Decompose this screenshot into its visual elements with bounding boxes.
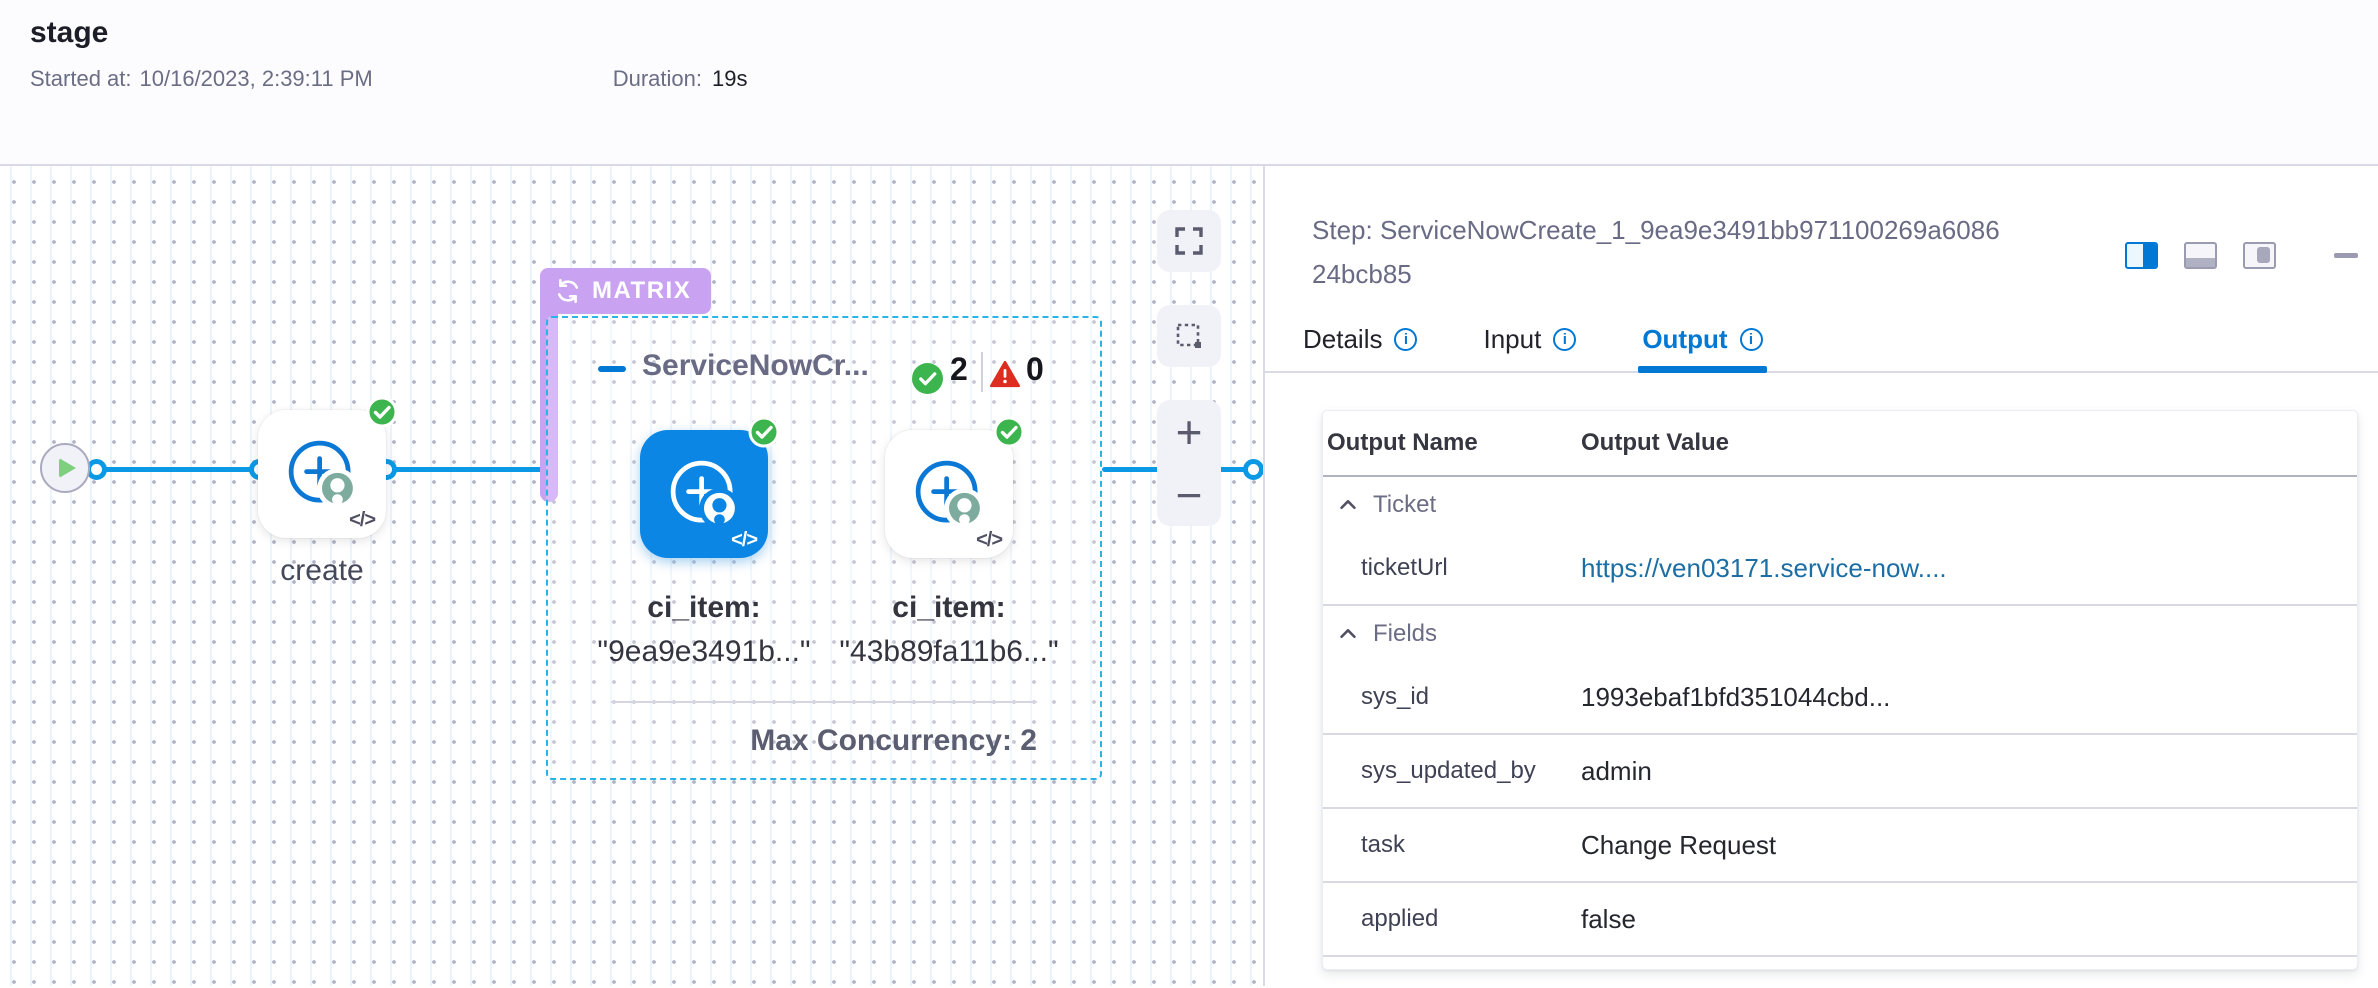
- info-icon[interactable]: [1394, 328, 1417, 351]
- output-table-header: Output Name Output Value: [1323, 411, 2357, 477]
- max-concurrency-label: Max Concurrency: 2: [637, 724, 1037, 758]
- step-details-panel: Step: ServiceNowCreate_1_9ea9e3491bb9711…: [1263, 166, 2378, 986]
- matrix-node-1[interactable]: </>: [885, 430, 1013, 558]
- fullscreen-button[interactable]: [1157, 210, 1221, 272]
- column-output-name: Output Name: [1323, 429, 1581, 457]
- servicenow-create-icon: [666, 456, 742, 532]
- output-tab-content: Output Name Output Value Ticket ticketUrl…: [1265, 373, 2378, 970]
- column-output-value: Output Value: [1581, 429, 2357, 457]
- chevron-up-icon[interactable]: [1337, 494, 1359, 516]
- success-check-icon: [993, 416, 1025, 448]
- layout-right-panel-icon[interactable]: [2125, 242, 2158, 269]
- failure-warning-icon: [990, 360, 1020, 388]
- count-divider: [981, 352, 983, 392]
- matrix-node-0-label: ci_item: "9ea9e3491b...": [594, 586, 814, 674]
- zoom-out-button[interactable]: [1176, 466, 1203, 524]
- stage-header: stage Started at: 10/16/2023, 2:39:11 PM…: [0, 0, 2378, 166]
- step-title-name: ServiceNowCreate_1_9ea9e3491bb971100269a…: [1312, 215, 2000, 289]
- matrix-failed-count: 0: [1026, 351, 1044, 388]
- info-icon[interactable]: [1553, 328, 1576, 351]
- group-label: Fields: [1373, 620, 1437, 648]
- matrix-collapse-button[interactable]: [598, 366, 626, 372]
- create-step-node[interactable]: </>: [258, 410, 386, 538]
- output-row-applied: appliedfalse: [1323, 883, 2357, 957]
- output-name: sys_updated_by: [1323, 757, 1581, 785]
- output-row-sys_id: sys_id1993ebaf1bfd351044cbd...: [1323, 661, 2357, 735]
- output-value: Change Request: [1581, 830, 2357, 861]
- servicenow-create-icon: [911, 456, 987, 532]
- output-name: ticketUrl: [1323, 554, 1581, 582]
- template-code-icon: </>: [976, 529, 1002, 552]
- step-detail-tabs: Details Input Output: [1265, 318, 2378, 373]
- step-title-prefix: Step:: [1312, 215, 1373, 245]
- duration-value: 19s: [712, 66, 747, 92]
- output-name: task: [1323, 831, 1581, 859]
- output-row-task: taskChange Request: [1323, 809, 2357, 883]
- pipeline-canvas[interactable]: </> create MATRIX ServiceNowCr... 2: [0, 166, 1263, 986]
- matrix-badge-label: MATRIX: [592, 277, 691, 305]
- layout-bottom-panel-icon[interactable]: [2184, 242, 2217, 269]
- create-step-label: create: [258, 554, 386, 588]
- matrix-node-0[interactable]: </>: [640, 430, 768, 558]
- matrix-success-count: 2: [950, 351, 968, 388]
- info-icon[interactable]: [1740, 328, 1763, 351]
- step-title: Step: ServiceNowCreate_1_9ea9e3491bb9711…: [1312, 208, 2012, 296]
- layout-floating-panel-icon[interactable]: [2243, 242, 2276, 269]
- tab-input[interactable]: Input: [1479, 318, 1580, 371]
- output-name: applied: [1323, 905, 1581, 933]
- multi-select-button[interactable]: [1157, 305, 1221, 367]
- output-value: 1993ebaf1bfd351044cbd...: [1581, 682, 2357, 713]
- chevron-up-icon[interactable]: [1337, 623, 1359, 645]
- output-value-link[interactable]: https://ven03171.service-now....: [1581, 553, 2357, 584]
- zoom-control: [1157, 400, 1221, 526]
- panel-layout-controls: [2125, 240, 2358, 270]
- template-code-icon: </>: [349, 509, 375, 532]
- matrix-node-1-label: ci_item: "43b89fa11b6...": [839, 586, 1059, 674]
- group-label: Ticket: [1373, 491, 1436, 519]
- servicenow-create-icon: [284, 436, 360, 512]
- zoom-in-button[interactable]: [1176, 403, 1203, 461]
- output-name: sys_id: [1323, 683, 1581, 711]
- minimize-panel-button[interactable]: [2334, 253, 2358, 258]
- started-at-label: Started at:: [30, 66, 132, 92]
- matrix-footer-divider: [611, 701, 1037, 703]
- template-code-icon: </>: [731, 529, 757, 552]
- output-value: admin: [1581, 756, 2357, 787]
- output-group-fields[interactable]: Fields: [1323, 606, 2357, 661]
- stage-start-node[interactable]: [40, 443, 90, 493]
- tab-output[interactable]: Output: [1638, 318, 1766, 371]
- play-icon: [59, 458, 76, 478]
- output-table-body: Ticket ticketUrlhttps://ven03171.service-…: [1323, 477, 2357, 957]
- port-stage-end[interactable]: [1243, 459, 1263, 480]
- output-row-ticketUrl: ticketUrlhttps://ven03171.service-now...…: [1323, 532, 2357, 606]
- output-table: Output Name Output Value Ticket ticketUrl…: [1322, 410, 2358, 970]
- stage-meta: Started at: 10/16/2023, 2:39:11 PM Durat…: [30, 66, 748, 92]
- output-value: false: [1581, 904, 2357, 935]
- stage-title: stage: [30, 16, 108, 50]
- tab-details[interactable]: Details: [1299, 318, 1421, 371]
- matrix-badge[interactable]: MATRIX: [540, 268, 711, 314]
- output-group-ticket[interactable]: Ticket: [1323, 477, 2357, 532]
- success-check-icon: [366, 396, 398, 428]
- success-count-icon: [911, 362, 944, 395]
- output-row-sys_updated_by: sys_updated_byadmin: [1323, 735, 2357, 809]
- success-check-icon: [748, 416, 780, 448]
- fullscreen-icon: [1173, 225, 1205, 257]
- loop-icon: [554, 277, 582, 305]
- matrix-group-title: ServiceNowCr...: [642, 349, 869, 383]
- duration-label: Duration:: [613, 66, 702, 92]
- marquee-select-icon: [1173, 320, 1205, 352]
- started-at-value: 10/16/2023, 2:39:11 PM: [140, 66, 373, 92]
